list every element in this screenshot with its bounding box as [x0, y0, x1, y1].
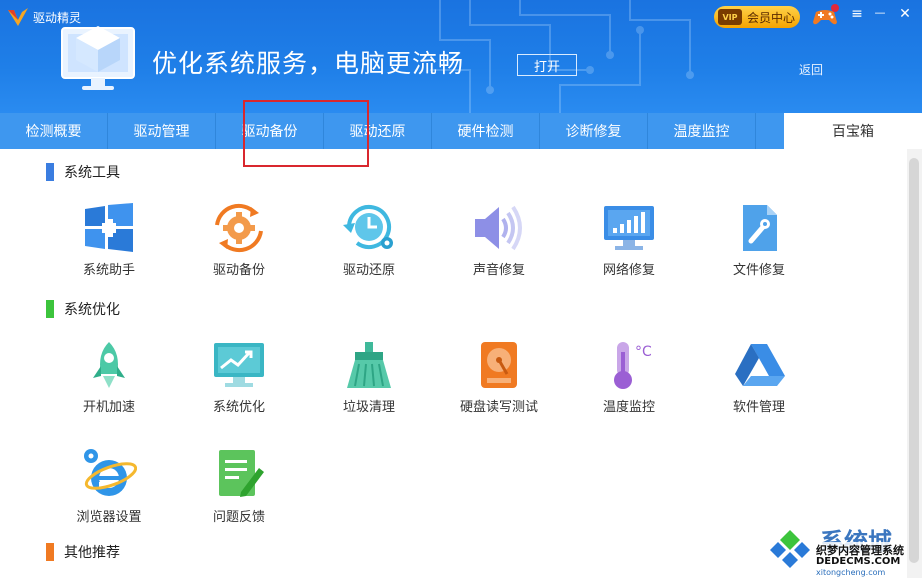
gear-refresh-icon: [215, 203, 263, 253]
scrollbar-thumb[interactable]: [909, 158, 919, 563]
tool-system-assistant[interactable]: 系统助手: [54, 203, 164, 278]
open-button[interactable]: 打开: [517, 54, 577, 76]
watermark-sub2: DEDECMS.COM: [816, 556, 901, 567]
tool-file-repair[interactable]: 文件修复: [704, 203, 814, 278]
section-system-tools: 系统工具: [46, 162, 120, 182]
document-wrench-icon: [743, 205, 777, 251]
tab-temperature-monitor[interactable]: 温度监控: [648, 113, 756, 149]
tool-boot-speedup[interactable]: 开机加速: [54, 340, 164, 415]
tool-label: 开机加速: [82, 400, 135, 415]
thermometer-icon: °C: [614, 342, 652, 389]
tool-feedback[interactable]: 问题反馈: [184, 448, 294, 525]
broom-icon: [347, 342, 391, 388]
tool-label: 软件管理: [732, 400, 785, 415]
monitor-box-icon: [61, 26, 135, 90]
vip-center-button[interactable]: VIP 会员中心: [714, 6, 800, 28]
tool-software-manage[interactable]: 软件管理: [704, 340, 814, 415]
watermark-logo-icon: [768, 526, 812, 570]
tab-driver-manage[interactable]: 驱动管理: [108, 113, 216, 149]
tab-toolbox[interactable]: 百宝箱: [784, 113, 922, 149]
back-link[interactable]: 返回: [799, 61, 823, 78]
tool-browser-settings[interactable]: 浏览器设置: [54, 448, 164, 525]
section-title: 系统优化: [64, 302, 120, 318]
section-marker: [46, 163, 54, 181]
tool-label: 浏览器设置: [76, 510, 142, 525]
ie-gear-icon: [84, 449, 137, 496]
tool-sound-repair[interactable]: 声音修复: [444, 203, 554, 278]
menu-icon[interactable]: ≡: [849, 6, 865, 22]
section-title: 其他推荐: [64, 545, 120, 561]
tool-label: 硬盘读写测试: [459, 400, 538, 415]
tool-label: 问题反馈: [212, 510, 265, 525]
triangle-drive-icon: [735, 344, 785, 386]
tool-network-repair[interactable]: 网络修复: [574, 203, 684, 278]
section-marker: [46, 543, 54, 561]
gamepad-icon[interactable]: [811, 4, 839, 28]
minimize-icon[interactable]: —: [872, 6, 888, 19]
tool-disk-rw-test[interactable]: 硬盘读写测试: [444, 340, 554, 415]
note-pencil-icon: [219, 450, 264, 497]
tool-label: 网络修复: [602, 263, 655, 278]
monitor-chart-icon: [214, 343, 264, 387]
speaker-icon: [475, 205, 522, 251]
tool-label: 垃圾清理: [342, 400, 395, 415]
tool-label: 文件修复: [732, 263, 785, 278]
app-logo-icon: [8, 8, 28, 26]
highlight-annotation-box: [243, 100, 369, 167]
monitor-signal-icon: [604, 206, 654, 250]
tool-label: 温度监控: [602, 400, 655, 415]
tool-temperature-monitor[interactable]: °C 温度监控: [574, 340, 684, 415]
watermark-url: xitongcheng.com: [816, 568, 886, 577]
hard-disk-icon: [481, 342, 517, 388]
clock-restore-icon: [343, 205, 393, 249]
vip-center-label: 会员中心: [747, 10, 796, 25]
section-title: 系统工具: [64, 165, 120, 181]
section-marker: [46, 300, 54, 318]
tool-driver-backup[interactable]: 驱动备份: [184, 203, 294, 278]
tool-junk-clean[interactable]: 垃圾清理: [314, 340, 424, 415]
tab-diagnose-repair[interactable]: 诊断修复: [540, 113, 648, 149]
banner-text: 优化系统服务，电脑更流畅: [152, 49, 465, 78]
watermark: 系统城 织梦内容管理系统 DEDECMS.COM xitongcheng.com: [766, 522, 922, 578]
tool-driver-restore[interactable]: 驱动还原: [314, 203, 424, 278]
close-icon[interactable]: ✕: [897, 6, 913, 22]
svg-text:°C: °C: [635, 344, 652, 360]
tab-detect-overview[interactable]: 检测概要: [0, 113, 108, 149]
tool-label: 系统优化: [212, 400, 265, 415]
vip-badge-icon: VIP: [718, 9, 742, 25]
windows-plus-icon: [85, 203, 133, 252]
header-banner: 驱动精灵 优化系统服务，电脑更流畅 打开 返回 VIP 会员中心 ≡ — ✕: [0, 0, 922, 113]
tool-system-optimize[interactable]: 系统优化: [184, 340, 294, 415]
tool-label: 声音修复: [472, 263, 525, 278]
tab-hardware-detect[interactable]: 硬件检测: [432, 113, 540, 149]
tool-label: 驱动备份: [212, 263, 265, 278]
tool-label: 系统助手: [82, 263, 135, 278]
section-system-optimize: 系统优化: [46, 299, 120, 319]
section-other-recommend: 其他推荐: [46, 542, 120, 562]
tool-label: 驱动还原: [342, 263, 395, 278]
rocket-icon: [93, 342, 125, 388]
main-tab-bar: 检测概要 驱动管理 驱动备份 驱动还原 硬件检测 诊断修复 温度监控 百宝箱: [0, 113, 922, 149]
